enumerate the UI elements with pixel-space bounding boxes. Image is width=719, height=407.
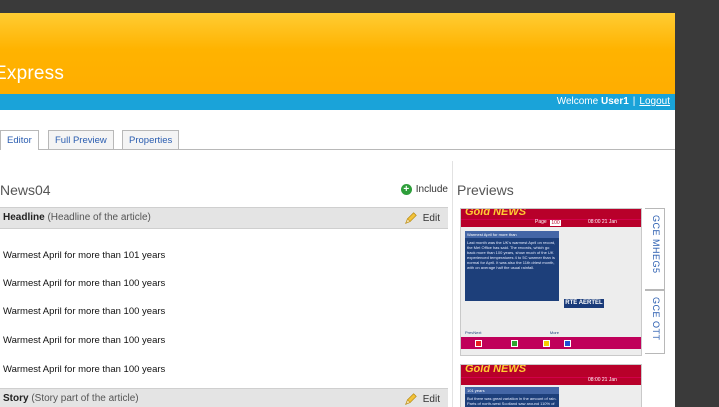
headline-value-row[interactable]: Warmest April for more than 100 years	[3, 335, 165, 346]
headline-value-row[interactable]: Warmest April for more than 100 years	[3, 364, 165, 375]
tab-editor[interactable]: Editor	[0, 130, 39, 150]
headline-desc: (Headline of the article)	[47, 212, 151, 223]
headline-edit-label: Edit	[422, 212, 440, 224]
app-title: Express	[0, 63, 65, 84]
preview-body: But there was great variation in the amo…	[467, 396, 557, 407]
welcome-area: Welcome User1 | Logout	[557, 96, 670, 107]
story-label: Story (Story part of the article)	[3, 393, 139, 404]
story-field-bar: Story (Story part of the article) Edit	[0, 388, 448, 407]
include-button[interactable]: + Include	[400, 184, 448, 195]
tab-properties[interactable]: Properties	[122, 130, 180, 149]
headline-label: Headline (Headline of the article)	[3, 212, 151, 223]
previews-title: Previews	[457, 182, 514, 198]
preview-more: More	[549, 330, 559, 335]
headline-edit-button[interactable]: Edit	[404, 211, 440, 225]
preview-page-bar: 08:00 21 Jan	[461, 377, 641, 385]
user-bar: Welcome User1 | Logout	[0, 94, 675, 110]
separator: |	[632, 96, 636, 107]
right-background	[675, 13, 719, 407]
pencil-icon	[404, 212, 417, 224]
preview-time: 08:00 21 Jan	[588, 377, 617, 383]
header-banner: Express	[0, 13, 675, 94]
welcome-text: Welcome	[556, 96, 599, 107]
tab-gce-ott-label: GCE OTT	[651, 297, 661, 341]
preview-time: 08:00 21 Jan	[588, 219, 617, 225]
tab-full-preview[interactable]: Full Preview	[48, 130, 114, 149]
preview-page-number: 100	[550, 220, 561, 226]
preview-page-bar: Page 100 08:00 21 Jan	[461, 219, 641, 227]
pencil-icon	[404, 393, 417, 405]
preview-body: Last month was the UK's warmest April on…	[467, 240, 556, 270]
headline-value-row[interactable]: Warmest April for more than 101 years	[3, 250, 165, 261]
preview-brand: Gold NEWS	[465, 208, 527, 218]
preview-thumbnail-ott[interactable]: Gold NEWS 08:00 21 Jan 101 years But the…	[460, 364, 642, 407]
blue-button-icon	[564, 340, 571, 347]
preview-brand: Gold NEWS	[465, 364, 527, 375]
preview-nav: PrevNext More	[465, 329, 559, 336]
tab-gce-ott[interactable]: GCE OTT	[645, 290, 665, 354]
story-desc: (Story part of the article)	[31, 393, 139, 404]
story-edit-button[interactable]: Edit	[404, 392, 440, 406]
app-window: Express Welcome User1 | Logout Editor Full…	[0, 13, 675, 407]
story-name: Story	[3, 393, 29, 404]
top-background	[0, 0, 719, 13]
previews-panel: Previews Gold NEWS Page 100 08:00 21 Jan…	[457, 178, 675, 407]
preview-story-panel: Warmest April for more than Last month w…	[465, 231, 559, 301]
story-edit-label: Edit	[422, 393, 440, 405]
preview-brand-bar: Gold NEWS	[461, 365, 641, 377]
preview-fastext-bar	[461, 337, 641, 349]
tab-gce-mheg5[interactable]: GCE MHEG5	[645, 208, 665, 290]
headline-value-row[interactable]: Warmest April for more than 100 years	[3, 278, 165, 289]
tab-gce-mheg5-label: GCE MHEG5	[651, 215, 661, 274]
username: User1	[600, 96, 629, 107]
headline-field-bar: Headline (Headline of the article) Edit	[0, 207, 448, 229]
document-title: News04	[0, 182, 51, 198]
logout-link[interactable]: Logout	[639, 96, 670, 107]
view-tabs: Editor Full Preview Properties	[0, 128, 675, 150]
preview-page-label: Page	[535, 219, 547, 225]
add-icon: +	[400, 184, 412, 195]
preview-thumbnail-mheg5[interactable]: Gold NEWS Page 100 08:00 21 Jan Warmest …	[460, 208, 642, 356]
headline-name: Headline	[3, 212, 45, 223]
preview-story-panel: 101 years But there was great variation …	[465, 387, 559, 407]
panel-divider	[452, 161, 453, 407]
headline-value-row[interactable]: Warmest April for more than 100 years	[3, 306, 165, 317]
preview-brand-bar: Gold NEWS	[461, 209, 641, 219]
green-button-icon	[511, 340, 518, 347]
preview-prevnext: PrevNext	[465, 330, 482, 335]
yellow-button-icon	[543, 340, 550, 347]
rte-aertel-logo: RTÉ AERTEL	[564, 299, 604, 308]
red-button-icon	[475, 340, 482, 347]
preview-headline: 101 years	[465, 387, 559, 394]
preview-headline: Warmest April for more than	[465, 231, 559, 238]
include-label: Include	[415, 184, 448, 195]
